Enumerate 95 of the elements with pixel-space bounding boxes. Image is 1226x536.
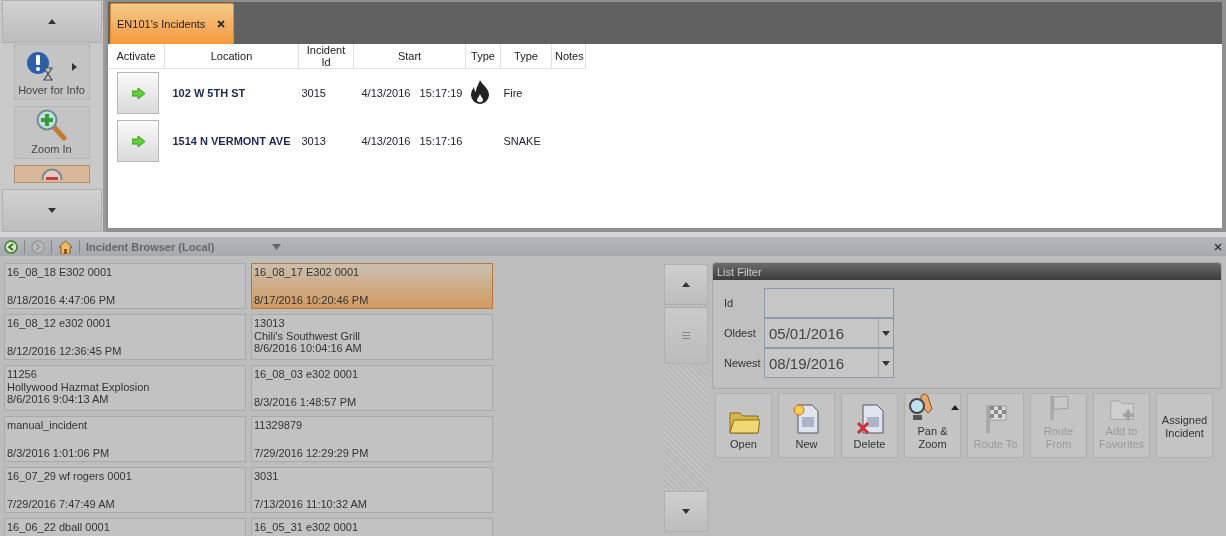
down-arrow-icon — [47, 208, 56, 213]
dropdown-caret-icon — [882, 360, 890, 366]
flame-icon — [468, 80, 491, 104]
dropdown-caret-icon — [882, 330, 890, 336]
column-header[interactable]: Notes — [551, 44, 586, 69]
column-header[interactable]: Location — [164, 44, 299, 69]
incident-card[interactable]: 16_08_18 E302 0001 8/18/2016 4:47:06 PM — [4, 263, 246, 309]
type-cell: Fire — [500, 68, 552, 117]
column-header[interactable]: Start — [353, 44, 466, 69]
column-header[interactable]: Incident Id — [298, 44, 354, 69]
incident-card[interactable]: 16_08_12 e302 0001 8/12/2016 12:36:45 PM — [4, 314, 246, 360]
home-icon[interactable] — [58, 239, 73, 254]
new-document-icon — [792, 403, 821, 435]
incident-date: 8/12/2016 12:36:45 PM — [7, 344, 123, 357]
date-field[interactable]: 08/19/2016 — [764, 348, 894, 378]
incident-card[interactable]: 16_06_22 dball 0001 — [4, 518, 246, 536]
scrollbar-thumb[interactable] — [664, 307, 708, 364]
ribbon-button[interactable] — [13, 165, 90, 183]
incident-card[interactable]: manual_incident 8/3/2016 1:01:06 PM — [4, 416, 246, 462]
incident-date: 8/18/2016 4:47:06 PM — [7, 293, 117, 306]
dropdown-caret-icon[interactable] — [272, 243, 281, 250]
field-label: Id — [724, 297, 735, 309]
incident-card[interactable]: 16_08_03 e302 0001 8/3/2016 1:48:57 PM — [251, 365, 493, 411]
incident-title: 16_06_22 dball 0001 — [7, 521, 111, 534]
incident-id-cell: 3015 — [298, 68, 354, 117]
incident-date: 7/29/2016 7:47:49 AM — [7, 497, 116, 510]
toolbar-button[interactable]: Pan & Zoom — [904, 393, 961, 458]
incident-title: 16_05_31 e302 0001 — [254, 521, 359, 534]
activate-button[interactable] — [117, 120, 159, 162]
incident-id-cell-text: 3013 — [300, 134, 327, 149]
ribbon-button[interactable]: Zoom In — [13, 106, 90, 159]
toolbar-button[interactable]: Assigned Incident — [1156, 393, 1213, 458]
incident-date: 8/17/2016 10:20:46 PM — [254, 293, 370, 306]
close-icon[interactable] — [217, 20, 226, 28]
incident-date: 7/29/2016 12:29:29 PM — [254, 446, 370, 459]
activate-button[interactable] — [117, 72, 159, 114]
incident-date: 8/3/2016 1:48:57 PM — [254, 395, 358, 408]
expand-arrow-icon — [72, 63, 77, 71]
type-cell-text: SNAKE — [502, 134, 542, 149]
incident-card[interactable]: 16_08_17 E302 0001 8/17/2016 10:20:46 PM — [251, 263, 493, 309]
toolbar-button[interactable]: New — [778, 393, 835, 458]
incident-title: 11329879 — [254, 419, 304, 432]
incident-title: 3031 — [254, 470, 280, 483]
incident-card[interactable]: 11256 Hollywood Hazmat Explosion 8/6/2016 9:04:13 AM — [4, 365, 246, 411]
location-cell-text: 1514 N VERMONT AVE — [171, 134, 292, 149]
incident-date: 8/6/2016 10:04:16 AM — [254, 342, 363, 355]
caret-icon — [950, 404, 959, 410]
panel-title: List Filter — [713, 263, 1221, 280]
incident-title: 16_08_17 E302 0001 — [254, 266, 361, 279]
incident-card[interactable]: 3031 7/13/2016 11:10:32 AM — [251, 467, 493, 513]
arrow-right-icon — [131, 135, 145, 147]
field-label: Newest — [724, 357, 762, 369]
incident-date: 8/6/2016 9:04:13 AM — [7, 393, 110, 406]
incident-card[interactable]: 13013 Chili's Southwest Grill 8/6/2016 10:04:16 AM — [251, 314, 493, 360]
up-arrow-icon — [682, 282, 690, 287]
close-icon[interactable] — [1214, 242, 1222, 251]
incident-card[interactable]: 16_07_29 wf rogers 0001 7/29/2016 7:47:49 AM — [4, 467, 246, 513]
date-field[interactable]: 05/01/2016 — [764, 318, 894, 348]
incident-date: 8/3/2016 1:01:06 PM — [7, 446, 111, 459]
scroll-down-button[interactable] — [664, 491, 708, 532]
incident-name: Hollywood Hazmat Explosion — [7, 380, 151, 393]
start-cell-text: 4/13/2016 15:17:16 — [360, 134, 464, 149]
field-label: Oldest — [724, 327, 757, 339]
toolbar-button[interactable]: Open — [715, 393, 772, 458]
incidents-tab[interactable]: EN101's Incidents — [110, 3, 235, 44]
incident-name: Chili's Southwest Grill — [254, 329, 362, 342]
column-header[interactable]: Activate — [108, 44, 165, 69]
incident-title: 16_08_12 e302 0001 — [7, 317, 112, 330]
toolbar-button[interactable]: Delete — [841, 393, 898, 458]
incident-title: manual_incident — [7, 419, 89, 432]
browser-title: Incident Browser (Local) — [86, 240, 216, 253]
scroll-up-button[interactable] — [664, 264, 708, 305]
incident-card[interactable]: 16_05_31 e302 0001 — [251, 518, 493, 536]
scroll-up-button[interactable] — [1, 0, 102, 43]
id-field[interactable] — [764, 288, 894, 318]
start-cell: 4/13/2016 15:17:19 — [353, 68, 466, 117]
ribbon-button[interactable]: Hover for Info — [13, 44, 90, 100]
scroll-down-button[interactable] — [1, 189, 102, 232]
delete-document-icon — [855, 403, 884, 435]
incident-title: 16_08_18 E302 0001 — [7, 266, 114, 279]
incident-title: 11256 — [7, 368, 38, 381]
incident-date: 7/13/2016 11:10:32 AM — [254, 497, 368, 510]
down-arrow-icon — [682, 509, 690, 514]
up-arrow-icon — [47, 19, 56, 24]
incident-title: 13013 — [254, 317, 286, 330]
incident-title: 16_08_03 e302 0001 — [254, 368, 359, 381]
zoom-in-icon — [35, 109, 68, 141]
column-header[interactable]: Type — [465, 44, 501, 69]
grip-icon — [682, 332, 690, 339]
incident-card[interactable]: 11329879 7/29/2016 12:29:29 PM — [251, 416, 493, 462]
incident-title: 16_07_29 wf rogers 0001 — [7, 470, 133, 483]
column-header[interactable]: Type — [500, 44, 552, 69]
back-icon[interactable] — [4, 239, 18, 254]
arrow-right-icon — [131, 87, 145, 99]
location-cell: 102 W 5TH ST — [164, 68, 299, 117]
